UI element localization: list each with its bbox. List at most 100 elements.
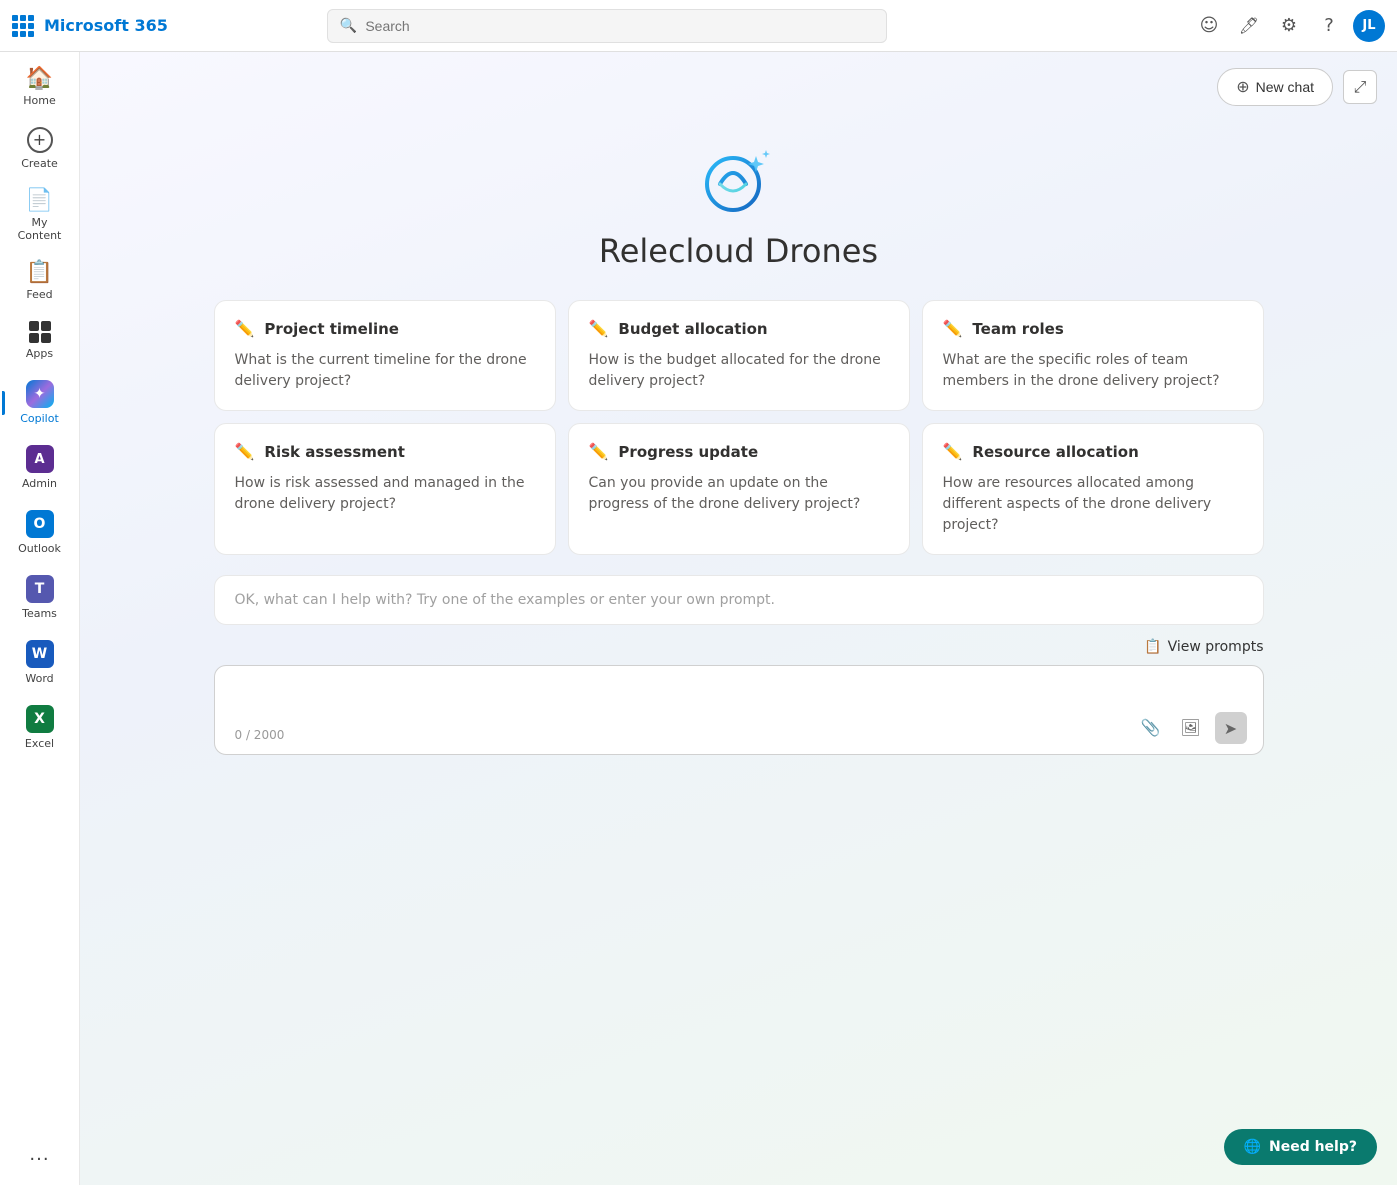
grid-icon	[12, 15, 34, 37]
sidebar-item-create[interactable]: + Create	[6, 119, 74, 178]
sidebar-label-outlook: Outlook	[18, 542, 61, 555]
input-counter: 0 / 2000	[235, 728, 285, 742]
new-chat-button[interactable]: ⊕ New chat	[1217, 68, 1333, 106]
prompt-area: OK, what can I help with? Try one of the…	[214, 575, 1264, 755]
expand-button[interactable]: ⤢	[1343, 70, 1377, 104]
need-help-button[interactable]: 🌐 Need help?	[1224, 1129, 1377, 1165]
content-header: ⊕ New chat ⤢	[80, 52, 1397, 122]
content-area: ⊕ New chat ⤢	[80, 52, 1397, 1185]
card-title: Resource allocation	[972, 443, 1138, 461]
sidebar-item-teams[interactable]: T Teams	[6, 567, 74, 628]
sidebar-item-feed[interactable]: 📋 Feed	[6, 254, 74, 309]
view-prompts[interactable]: 📋 View prompts	[214, 639, 1264, 655]
feedback-icon[interactable]: 🖊	[1233, 10, 1265, 42]
sidebar-item-home[interactable]: 🏠 Home	[6, 60, 74, 115]
need-help-label: Need help?	[1269, 1139, 1357, 1155]
copilot-logo-icon	[698, 142, 778, 222]
input-box[interactable]: 0 / 2000 📎 🖼 ➤	[214, 665, 1264, 755]
sidebar-label-feed: Feed	[26, 288, 52, 301]
sidebar-item-word[interactable]: W Word	[6, 632, 74, 693]
wand-icon: ✏️	[589, 319, 609, 338]
app-title: Microsoft 365	[44, 16, 168, 35]
card-title: Project timeline	[264, 320, 399, 338]
copilot-icon: ✦	[26, 380, 54, 408]
card-budget-allocation[interactable]: ✏️ Budget allocation How is the budget a…	[568, 300, 910, 411]
sidebar-item-copilot[interactable]: ✦ Copilot	[6, 372, 74, 433]
wand-icon: ✏️	[235, 442, 255, 461]
sidebar-label-excel: Excel	[25, 737, 54, 750]
card-header: ✏️ Team roles	[943, 319, 1243, 338]
card-progress-update[interactable]: ✏️ Progress update Can you provide an up…	[568, 423, 910, 555]
card-resource-allocation[interactable]: ✏️ Resource allocation How are resources…	[922, 423, 1264, 555]
wand-icon: ✏️	[235, 319, 255, 338]
card-body: Can you provide an update on the progres…	[589, 473, 889, 515]
sidebar-item-my-content[interactable]: 📄 My Content	[6, 182, 74, 250]
sidebar-item-apps[interactable]: Apps	[6, 313, 74, 368]
copilot-logo-area: Relecloud Drones	[599, 122, 878, 300]
sidebar-label-home: Home	[23, 94, 55, 107]
word-app-icon: W	[26, 640, 54, 668]
wand-icon: ✏️	[943, 319, 963, 338]
attach-button[interactable]: 📎	[1135, 712, 1167, 744]
input-actions: 📎 🖼 ➤	[1135, 712, 1247, 744]
card-header: ✏️ Resource allocation	[943, 442, 1243, 461]
main-layout: 🏠 Home + Create 📄 My Content 📋 Feed Apps…	[0, 52, 1397, 1185]
sidebar-label-my-content: My Content	[10, 216, 70, 242]
sidebar-item-outlook[interactable]: O Outlook	[6, 502, 74, 563]
wand-icon: ✏️	[589, 442, 609, 461]
sidebar-label-apps: Apps	[26, 347, 53, 360]
card-header: ✏️ Project timeline	[235, 319, 535, 338]
topbar: Microsoft 365 🔍 ☺ 🖊 ⚙ ? JL	[0, 0, 1397, 52]
card-header: ✏️ Risk assessment	[235, 442, 535, 461]
emoji-icon[interactable]: ☺	[1193, 10, 1225, 42]
app-logo[interactable]: Microsoft 365	[12, 15, 168, 37]
admin-icon: A	[26, 445, 54, 473]
sidebar-item-admin[interactable]: A Admin	[6, 437, 74, 498]
card-risk-assessment[interactable]: ✏️ Risk assessment How is risk assessed …	[214, 423, 556, 555]
sidebar-item-more[interactable]: ···	[6, 1143, 74, 1177]
card-project-timeline[interactable]: ✏️ Project timeline What is the current …	[214, 300, 556, 411]
search-icon: 🔍	[340, 18, 357, 34]
sidebar-label-create: Create	[21, 157, 58, 170]
card-body: What are the specific roles of team memb…	[943, 350, 1243, 392]
apps-icon	[29, 321, 51, 343]
search-bar[interactable]: 🔍	[327, 9, 887, 43]
help-icon[interactable]: ?	[1313, 10, 1345, 42]
card-title: Risk assessment	[264, 443, 404, 461]
create-icon: +	[27, 127, 53, 153]
need-help-icon: 🌐	[1244, 1139, 1261, 1155]
card-body: How is risk assessed and managed in the …	[235, 473, 535, 515]
my-content-icon: 📄	[26, 190, 53, 212]
sidebar-item-excel[interactable]: X Excel	[6, 697, 74, 758]
view-prompts-icon: 📋	[1144, 639, 1161, 655]
sidebar-label-word: Word	[25, 672, 53, 685]
card-body: What is the current timeline for the dro…	[235, 350, 535, 392]
wand-icon: ✏️	[943, 442, 963, 461]
card-body: How is the budget allocated for the dron…	[589, 350, 889, 392]
quick-prompt-text: OK, what can I help with? Try one of the…	[235, 592, 775, 608]
quick-prompt[interactable]: OK, what can I help with? Try one of the…	[214, 575, 1264, 625]
expand-icon: ⤢	[1354, 77, 1367, 97]
card-team-roles[interactable]: ✏️ Team roles What are the specific role…	[922, 300, 1264, 411]
image-button[interactable]: 🖼	[1175, 712, 1207, 744]
new-chat-plus-icon: ⊕	[1236, 77, 1249, 97]
home-icon: 🏠	[26, 68, 53, 90]
avatar[interactable]: JL	[1353, 10, 1385, 42]
card-header: ✏️ Budget allocation	[589, 319, 889, 338]
sidebar-label-teams: Teams	[22, 607, 57, 620]
settings-icon[interactable]: ⚙	[1273, 10, 1305, 42]
topbar-actions: ☺ 🖊 ⚙ ? JL	[1193, 10, 1385, 42]
card-title: Progress update	[618, 443, 758, 461]
card-title: Team roles	[972, 320, 1063, 338]
copilot-main: Relecloud Drones ✏️ Project timeline Wha…	[80, 122, 1397, 1185]
card-header: ✏️ Progress update	[589, 442, 889, 461]
sidebar-label-admin: Admin	[22, 477, 57, 490]
excel-app-icon: X	[26, 705, 54, 733]
copilot-title: Relecloud Drones	[599, 232, 878, 270]
teams-app-icon: T	[26, 575, 54, 603]
send-button[interactable]: ➤	[1215, 712, 1247, 744]
sidebar: 🏠 Home + Create 📄 My Content 📋 Feed Apps…	[0, 52, 80, 1185]
search-input[interactable]	[365, 18, 874, 34]
new-chat-label: New chat	[1256, 79, 1314, 95]
outlook-app-icon: O	[26, 510, 54, 538]
